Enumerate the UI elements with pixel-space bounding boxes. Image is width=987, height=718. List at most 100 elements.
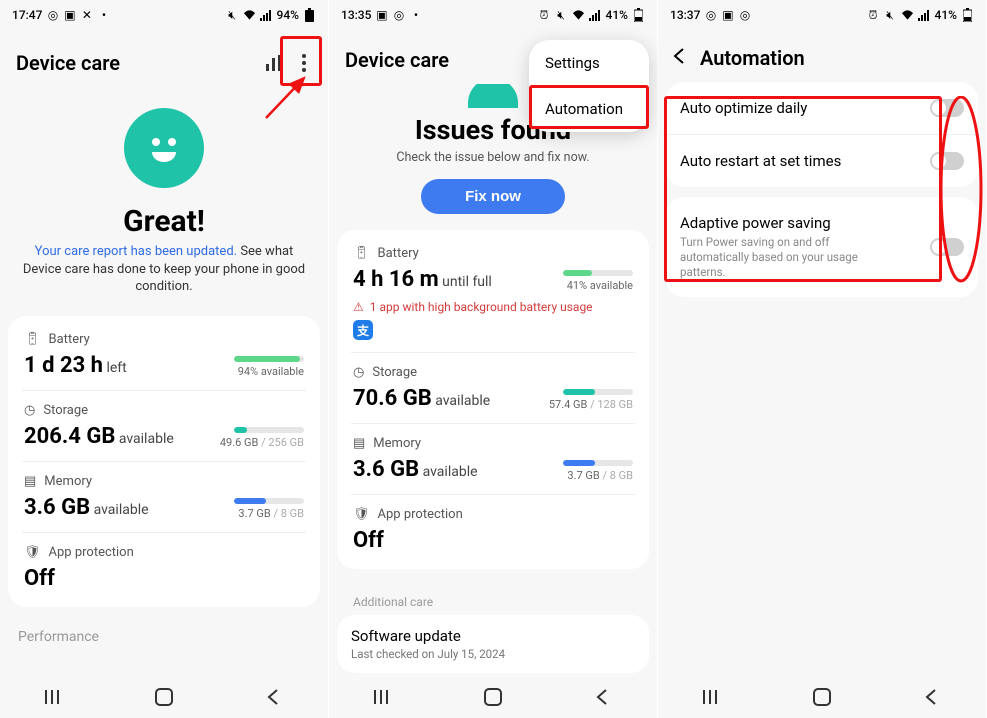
wifi-icon bbox=[901, 9, 914, 22]
more-status-icon: • bbox=[409, 9, 422, 22]
storage-icon: ◷ bbox=[353, 365, 364, 380]
nav-back[interactable] bbox=[901, 689, 961, 705]
auto-optimize-label: Auto optimize daily bbox=[680, 99, 807, 117]
software-update-row[interactable]: Software update Last checked on July 15,… bbox=[337, 615, 649, 673]
memory-value: 3.6 GB bbox=[353, 457, 419, 482]
shield-icon: 🛡︎ bbox=[24, 545, 41, 560]
nav-back[interactable] bbox=[572, 689, 632, 705]
battery-available: 94% available bbox=[238, 365, 304, 378]
status-bar: 17:47 ◎ ▣ ✕ • 🔇︎ 94% bbox=[0, 0, 328, 30]
page-title: Device care bbox=[16, 51, 264, 75]
battery-available: 41% available bbox=[567, 279, 633, 292]
nav-recents[interactable] bbox=[25, 690, 85, 704]
status-icon-generic: ◎ bbox=[392, 9, 405, 22]
signal-icon bbox=[589, 9, 602, 22]
back-button[interactable] bbox=[672, 47, 686, 69]
storage-value: 206.4 GB bbox=[24, 424, 115, 449]
app-protection-label: App protection bbox=[378, 507, 463, 522]
status-battery-text: 41% bbox=[935, 8, 957, 22]
battery-label: Battery bbox=[49, 332, 90, 347]
app-protection-row[interactable]: 🛡︎ App protection Off bbox=[22, 532, 306, 603]
app-icon-alipay[interactable]: 支 bbox=[353, 320, 373, 340]
status-icon-generic: ◎ bbox=[704, 9, 717, 22]
more-options-button[interactable] bbox=[296, 48, 312, 78]
status-bar: 13:37 ◎ ▣ ◎ ⏰︎ 🔇︎ 41% bbox=[658, 0, 986, 30]
app-protection-row[interactable]: 🛡︎App protection Off bbox=[351, 494, 635, 565]
memory-label: Memory bbox=[373, 436, 421, 451]
memory-meter bbox=[563, 460, 633, 466]
nav-recents[interactable] bbox=[683, 690, 743, 704]
app-protection-label: App protection bbox=[49, 545, 134, 560]
fix-now-button[interactable]: Fix now bbox=[421, 179, 565, 214]
screen-device-care-menu: 13:35 ▣ ◎ • ⏰︎ 🔇︎ 41% Device care Issues… bbox=[329, 0, 658, 718]
utensils-icon: ✕ bbox=[80, 9, 93, 22]
overflow-menu: Settings Automation bbox=[529, 40, 649, 132]
battery-icon bbox=[303, 9, 316, 22]
app-protection-value: Off bbox=[24, 566, 55, 591]
adaptive-power-label: Adaptive power saving bbox=[680, 214, 890, 232]
more-status-icon: • bbox=[97, 9, 110, 22]
battery-unit: left bbox=[103, 360, 127, 376]
battery-unit: until full bbox=[439, 274, 492, 290]
mute-icon: 🔇︎ bbox=[884, 9, 897, 22]
battery-value: 4 h 16 m bbox=[353, 267, 439, 292]
status-description: Your care report has been updated. See w… bbox=[0, 239, 328, 316]
automation-list-2: Adaptive power saving Turn Power saving … bbox=[666, 197, 978, 297]
storage-icon: ◷ bbox=[24, 403, 35, 418]
battery-meter bbox=[563, 270, 633, 276]
battery-icon bbox=[961, 9, 974, 22]
automation-list-1: Auto optimize daily Auto restart at set … bbox=[666, 82, 978, 187]
battery-label: Battery bbox=[378, 246, 419, 261]
warning-text: 1 app with high background battery usage bbox=[370, 300, 593, 314]
signal-icon bbox=[260, 9, 273, 22]
nav-recents[interactable] bbox=[354, 690, 414, 704]
screen-automation: 13:37 ◎ ▣ ◎ ⏰︎ 🔇︎ 41% Automation Auto op… bbox=[658, 0, 987, 718]
face-icon-partial bbox=[468, 84, 518, 108]
adaptive-power-sub: Turn Power saving on and off automatical… bbox=[680, 235, 890, 280]
alarm-icon: ⏰︎ bbox=[538, 9, 551, 22]
memory-value: 3.6 GB bbox=[24, 495, 90, 520]
issues-subtitle: Check the issue below and fix now. bbox=[329, 150, 657, 165]
nav-home[interactable] bbox=[463, 688, 523, 706]
memory-row[interactable]: ▤Memory 3.6 GB available 3.7 GB / 8 GB bbox=[22, 461, 306, 532]
chart-bars-icon[interactable] bbox=[264, 55, 284, 71]
nav-home[interactable] bbox=[792, 688, 852, 706]
status-bar: 13:35 ▣ ◎ • ⏰︎ 🔇︎ 41% bbox=[329, 0, 657, 30]
auto-restart-label: Auto restart at set times bbox=[680, 152, 841, 170]
status-time: 13:35 bbox=[341, 8, 371, 22]
nav-back[interactable] bbox=[243, 689, 303, 705]
auto-optimize-row[interactable]: Auto optimize daily bbox=[666, 82, 978, 134]
storage-meter bbox=[234, 427, 304, 433]
image-icon: ▣ bbox=[375, 9, 388, 22]
auto-restart-row[interactable]: Auto restart at set times bbox=[666, 134, 978, 187]
memory-row[interactable]: ▤Memory 3.6 GB available 3.7 GB / 8 GB bbox=[351, 423, 635, 494]
header: Device care bbox=[0, 30, 328, 90]
auto-restart-toggle[interactable] bbox=[930, 152, 964, 170]
battery-icon: 🔋︎ bbox=[353, 246, 370, 261]
status-icon-generic: ◎ bbox=[738, 9, 751, 22]
storage-row[interactable]: ◷Storage 206.4 GB available 49.6 GB / 25… bbox=[22, 390, 306, 461]
care-report-link[interactable]: Your care report has been updated. bbox=[35, 244, 237, 259]
menu-item-automation[interactable]: Automation bbox=[529, 86, 649, 132]
nav-bar bbox=[0, 676, 328, 718]
storage-row[interactable]: ◷Storage 70.6 GB available 57.4 GB / 128… bbox=[351, 352, 635, 423]
memory-label: Memory bbox=[44, 474, 92, 489]
memory-unit: available bbox=[90, 502, 148, 518]
warning-icon: ⚠︎ bbox=[353, 300, 364, 314]
adaptive-power-toggle[interactable] bbox=[930, 238, 964, 256]
memory-icon: ▤ bbox=[353, 436, 365, 451]
memory-detail: 3.7 GB / 8 GB bbox=[567, 469, 633, 482]
status-icon-generic: ◎ bbox=[46, 9, 59, 22]
battery-icon bbox=[632, 9, 645, 22]
battery-row[interactable]: 🔋︎Battery 1 d 23 h left 94% available bbox=[22, 320, 306, 390]
battery-warning: ⚠︎ 1 app with high background battery usa… bbox=[353, 300, 633, 314]
battery-row[interactable]: 🔋︎ Battery 4 h 16 m until full 41% availa… bbox=[351, 234, 635, 352]
auto-optimize-toggle[interactable] bbox=[930, 99, 964, 117]
adaptive-power-row[interactable]: Adaptive power saving Turn Power saving … bbox=[666, 197, 978, 297]
nav-home[interactable] bbox=[134, 688, 194, 706]
nav-bar bbox=[329, 676, 657, 718]
status-time: 17:47 bbox=[12, 8, 42, 22]
app-protection-value: Off bbox=[353, 528, 384, 553]
menu-item-settings[interactable]: Settings bbox=[529, 40, 649, 86]
happy-face-icon bbox=[124, 108, 204, 188]
